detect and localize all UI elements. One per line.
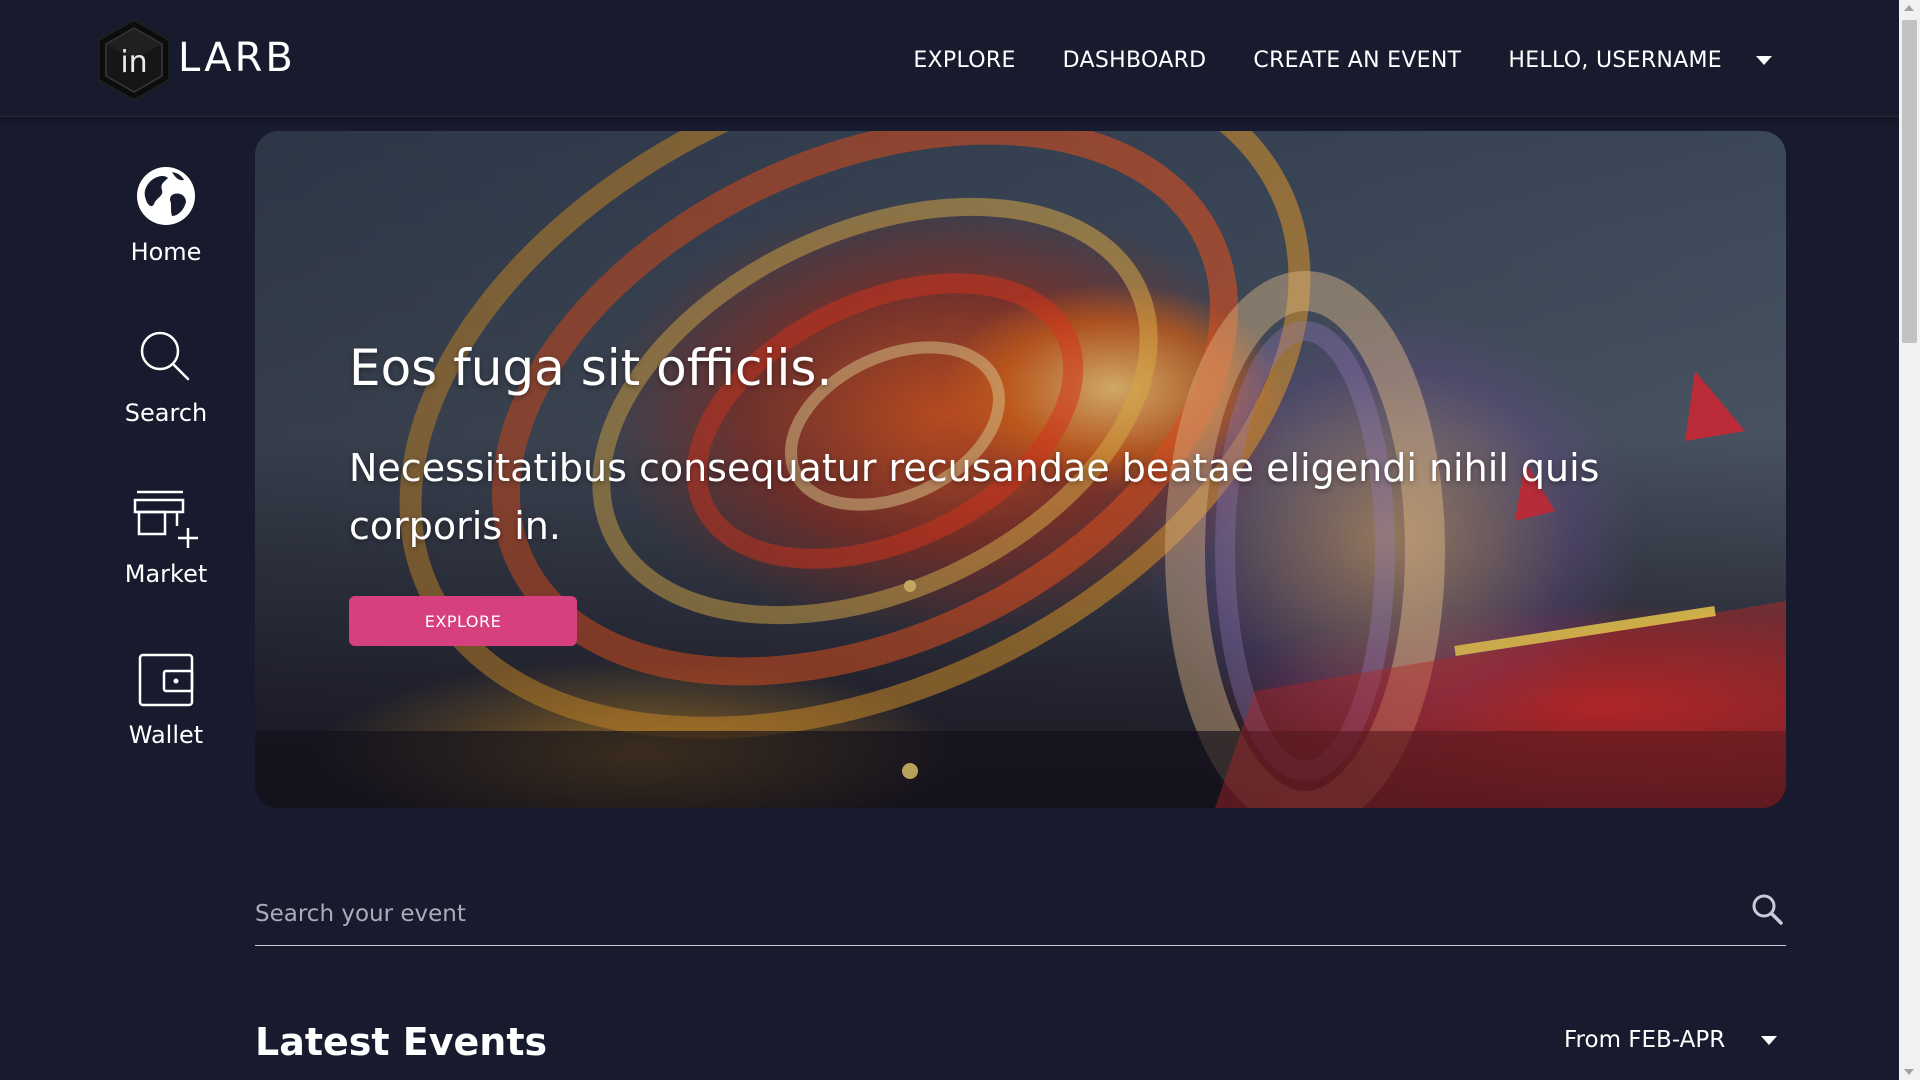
user-greeting[interactable]: HELLO, USERNAME	[1508, 48, 1722, 73]
sidebar-item-home[interactable]: Home	[96, 160, 236, 321]
chevron-down-icon[interactable]	[1761, 1035, 1778, 1045]
sidebar-item-label: Market	[124, 560, 208, 588]
sidebar-item-wallet[interactable]: Wallet	[96, 643, 236, 804]
sidebar-item-label: Home	[130, 238, 202, 266]
brand-logo[interactable]: in LARB	[96, 18, 296, 102]
top-navbar: in LARB EXPLORE DASHBOARD CREATE AN EVEN…	[0, 0, 1899, 117]
sidebar-item-market[interactable]: Market	[96, 482, 236, 643]
latest-events-heading: Latest Events	[255, 1020, 548, 1064]
page-scrollbar[interactable]	[1899, 0, 1920, 1080]
chevron-down-icon[interactable]	[1756, 56, 1772, 65]
sidebar: Home Search Market Wallet	[96, 160, 236, 804]
scroll-down-arrow-icon[interactable]	[1904, 1069, 1914, 1075]
scrollbar-thumb[interactable]	[1902, 20, 1917, 343]
nav-dashboard[interactable]: DASHBOARD	[1063, 48, 1207, 73]
sidebar-item-label: Wallet	[128, 721, 204, 749]
market-add-icon	[131, 482, 201, 554]
sidebar-item-label: Search	[124, 399, 208, 427]
main-nav: EXPLORE DASHBOARD CREATE AN EVENT HELLO,…	[913, 48, 1772, 73]
wallet-icon	[131, 643, 201, 715]
search-icon[interactable]	[1750, 892, 1784, 926]
date-range-filter[interactable]: From FEB-APR	[1564, 1027, 1778, 1053]
user-menu[interactable]: HELLO, USERNAME	[1508, 48, 1772, 73]
brand-name: LARB	[178, 35, 296, 81]
search-icon	[131, 321, 201, 393]
hero-explore-button[interactable]: EXPLORE	[349, 596, 577, 646]
event-search-input[interactable]	[255, 894, 1695, 934]
filter-label: From FEB-APR	[1564, 1027, 1726, 1053]
hero-title: Eos fuga sit officiis.	[349, 339, 833, 397]
globe-icon	[131, 160, 201, 232]
nav-explore[interactable]: EXPLORE	[913, 48, 1015, 73]
logo-hexagon-icon: in	[96, 18, 172, 102]
logo-mark-text: in	[120, 45, 147, 80]
nav-create-event[interactable]: CREATE AN EVENT	[1253, 48, 1461, 73]
hero-banner: Eos fuga sit officiis. Necessitatibus co…	[255, 131, 1786, 808]
hero-subtitle: Necessitatibus consequatur recusandae be…	[349, 446, 1600, 548]
event-search-bar	[255, 880, 1786, 946]
sidebar-item-search[interactable]: Search	[96, 321, 236, 482]
scroll-up-arrow-icon[interactable]	[1904, 5, 1914, 11]
